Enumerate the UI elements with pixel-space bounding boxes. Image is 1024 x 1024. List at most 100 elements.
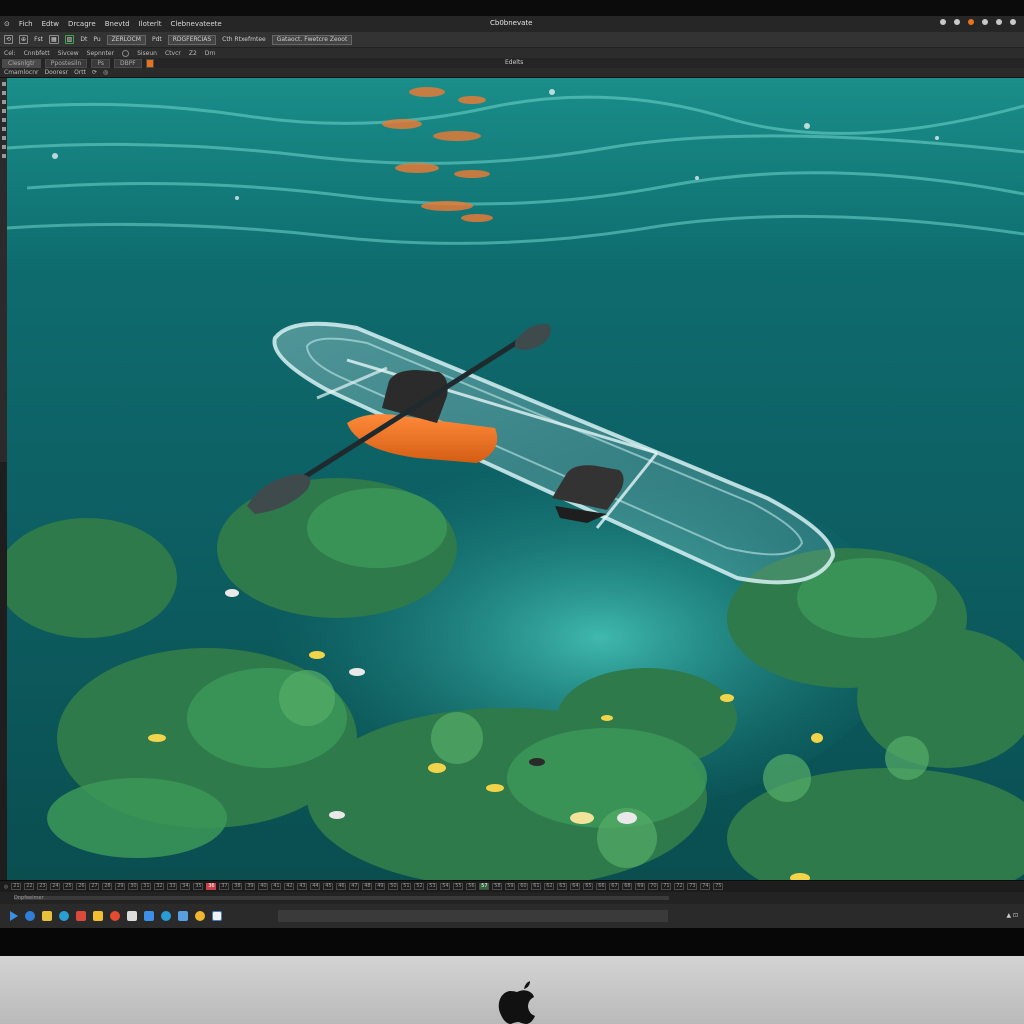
- notes-icon[interactable]: [127, 911, 137, 921]
- lasso-tool-icon[interactable]: [1, 100, 6, 104]
- timeline-frame[interactable]: 25: [63, 883, 74, 890]
- timeline-frame[interactable]: 41: [271, 883, 282, 890]
- panel-label[interactable]: Dooresr: [44, 69, 68, 76]
- target-icon[interactable]: ◎: [103, 69, 108, 76]
- timeline-frame[interactable]: 42: [284, 883, 295, 890]
- option-label[interactable]: Drn: [205, 50, 216, 57]
- timeline-frame[interactable]: 68: [622, 883, 633, 890]
- mail-icon[interactable]: [76, 911, 86, 921]
- timeline-frame[interactable]: 22: [24, 883, 35, 890]
- paint-icon[interactable]: [195, 911, 205, 921]
- bluetooth-icon[interactable]: [954, 19, 960, 25]
- files-icon[interactable]: [93, 911, 103, 921]
- track-scrollbar[interactable]: [14, 896, 669, 900]
- image-canvas[interactable]: [7, 78, 1024, 880]
- timeline-frame[interactable]: 29: [115, 883, 126, 890]
- timeline-frame[interactable]: 51: [401, 883, 412, 890]
- text-tool-icon[interactable]: [1, 136, 6, 140]
- timeline-frame[interactable]: 69: [635, 883, 646, 890]
- timeline-frame[interactable]: 65: [583, 883, 594, 890]
- menu-item[interactable]: Edtw: [42, 20, 59, 28]
- toolbar-label[interactable]: Pu: [93, 36, 100, 43]
- timeline-frame[interactable]: 58: [492, 883, 503, 890]
- timeline-frame-active[interactable]: 36: [206, 883, 217, 890]
- edge-icon[interactable]: [59, 911, 69, 921]
- grid-icon[interactable]: ▦: [49, 35, 59, 44]
- undo-button[interactable]: ⟲: [4, 35, 14, 44]
- option-label[interactable]: Siseun: [137, 50, 157, 57]
- timeline-frame[interactable]: 44: [310, 883, 321, 890]
- timeline-frame[interactable]: 26: [76, 883, 87, 890]
- move-tool-icon[interactable]: [1, 82, 6, 86]
- hand-tool-icon[interactable]: [1, 145, 6, 149]
- timeline-frame[interactable]: 63: [557, 883, 568, 890]
- timeline-frame[interactable]: 31: [141, 883, 152, 890]
- timeline-frame[interactable]: 55: [453, 883, 464, 890]
- app-menu-icon[interactable]: ⊙: [4, 20, 10, 28]
- settings-icon[interactable]: [178, 911, 188, 921]
- timeline-frame[interactable]: 72: [674, 883, 685, 890]
- play-icon[interactable]: [10, 911, 18, 921]
- timeline-frame[interactable]: 73: [687, 883, 698, 890]
- timeline-frame[interactable]: 54: [440, 883, 451, 890]
- toolbar-label[interactable]: Fst: [34, 36, 43, 43]
- user-icon[interactable]: [1010, 19, 1016, 25]
- timeline-frame[interactable]: 40: [258, 883, 269, 890]
- add-button[interactable]: ⊕: [19, 35, 29, 44]
- timeline-frame[interactable]: 23: [37, 883, 48, 890]
- timeline-frame[interactable]: 47: [349, 883, 360, 890]
- timeline-frame[interactable]: 56: [466, 883, 477, 890]
- notification-icon[interactable]: [968, 19, 974, 25]
- option-label[interactable]: Cel:: [4, 50, 16, 57]
- timeline-frame[interactable]: 32: [154, 883, 165, 890]
- timeline-frame[interactable]: 60: [518, 883, 529, 890]
- timeline-frame[interactable]: 52: [414, 883, 425, 890]
- timeline-frame[interactable]: 24: [50, 883, 61, 890]
- timeline-frame[interactable]: 53: [427, 883, 438, 890]
- menu-item[interactable]: Drcagre: [68, 20, 96, 28]
- brush-tool-icon[interactable]: [1, 118, 6, 122]
- timeline-frame[interactable]: 38: [232, 883, 243, 890]
- timeline-frame[interactable]: 30: [128, 883, 139, 890]
- timeline-frame[interactable]: 61: [531, 883, 542, 890]
- panel-label[interactable]: Ortt: [74, 69, 86, 76]
- timeline-frame[interactable]: 27: [89, 883, 100, 890]
- timeline-frame[interactable]: 49: [375, 883, 386, 890]
- folder-icon[interactable]: [42, 911, 52, 921]
- option-label[interactable]: Z2: [189, 50, 197, 57]
- layer-icon[interactable]: ▧: [64, 35, 75, 44]
- photos-icon[interactable]: [144, 911, 154, 921]
- timeline-frame[interactable]: 59: [505, 883, 516, 890]
- timeline-start-icon[interactable]: ◎: [4, 884, 8, 890]
- timeline-frame[interactable]: 28: [102, 883, 113, 890]
- timeline-frame[interactable]: 67: [609, 883, 620, 890]
- timeline-frame[interactable]: 45: [323, 883, 334, 890]
- timeline-frame[interactable]: 33: [167, 883, 178, 890]
- tab-document[interactable]: DBPF: [113, 58, 142, 68]
- wifi-icon[interactable]: [940, 19, 946, 25]
- store-icon[interactable]: [161, 911, 171, 921]
- control-center-icon[interactable]: [996, 19, 1002, 25]
- panel-label[interactable]: Cmamlocnr: [4, 69, 38, 76]
- tab-document[interactable]: Ps: [91, 58, 110, 68]
- toolbar-label[interactable]: Cth Rtxefmtee: [222, 36, 266, 43]
- timeline-frame[interactable]: 48: [362, 883, 373, 890]
- tab-color-swatch[interactable]: [145, 58, 154, 68]
- timeline-frame[interactable]: 64: [570, 883, 581, 890]
- menu-item[interactable]: Bnevtd: [105, 20, 130, 28]
- timeline-frame[interactable]: 35: [193, 883, 204, 890]
- timeline-frame[interactable]: 43: [297, 883, 308, 890]
- tab-document[interactable]: Ppostesiln: [44, 58, 88, 68]
- crop-tool-icon[interactable]: [1, 109, 6, 113]
- select-tool-icon[interactable]: [1, 91, 6, 95]
- option-label[interactable]: Cnnbfett: [24, 50, 50, 57]
- system-tray-icon[interactable]: ▲ ⊡: [1006, 912, 1018, 919]
- timeline-frame[interactable]: 34: [180, 883, 191, 890]
- refresh-icon[interactable]: ⟳: [92, 69, 97, 76]
- timeline-frame[interactable]: 74: [700, 883, 711, 890]
- search-icon[interactable]: [982, 19, 988, 25]
- tab-document[interactable]: Clesnlgtr: [2, 58, 41, 68]
- timeline-frame[interactable]: 62: [544, 883, 555, 890]
- menu-item[interactable]: Fich: [19, 20, 33, 28]
- eraser-tool-icon[interactable]: [1, 127, 6, 131]
